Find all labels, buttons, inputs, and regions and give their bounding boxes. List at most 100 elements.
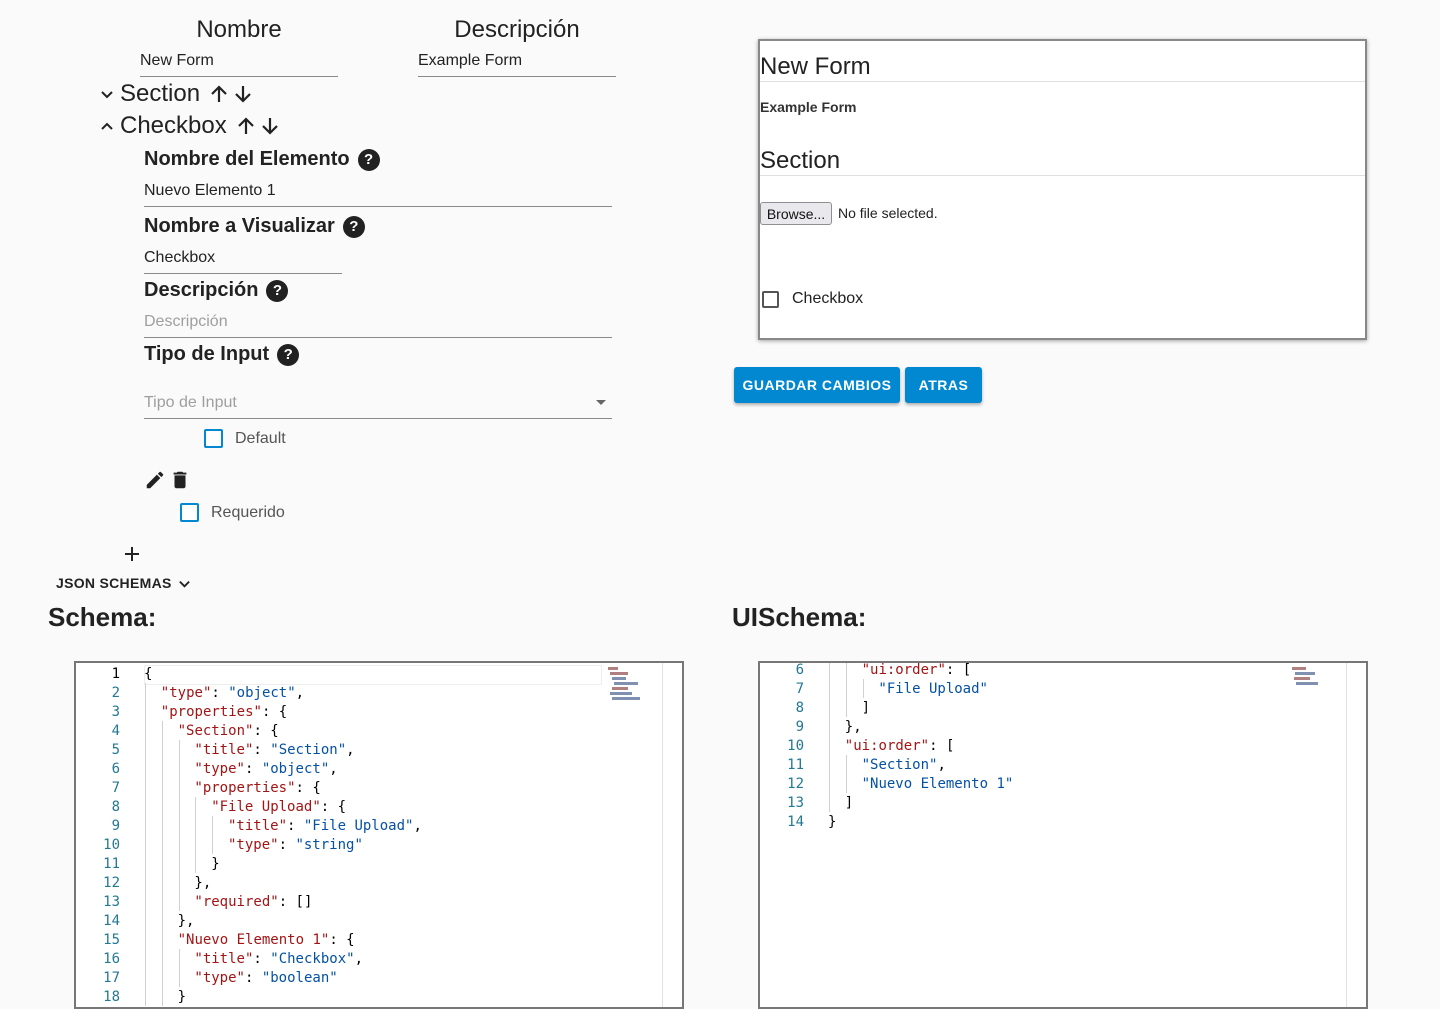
line-number: 5	[111, 742, 120, 758]
line-number: 1	[111, 666, 120, 682]
descripcion-header: Descripción	[454, 16, 580, 43]
tipo-input-select[interactable]: Tipo de Input	[144, 394, 612, 419]
line-number: 11	[103, 856, 120, 872]
descripcion-field[interactable]: Descripción	[144, 313, 612, 338]
form-preview: New Form Example Form Section Browse... …	[758, 39, 1367, 340]
code-line: }	[177, 989, 187, 1005]
line-number: 3	[111, 704, 120, 720]
code-line: "Nuevo Elemento 1": {	[177, 932, 355, 948]
schema-heading: Schema:	[48, 602, 157, 632]
code-line: }	[211, 856, 220, 872]
code-line: "title": "File Upload",	[228, 818, 422, 834]
section-row: Section	[100, 80, 254, 108]
preview-section-title: Section	[760, 147, 841, 174]
line-number: 9	[111, 818, 120, 834]
line-number: 17	[103, 970, 120, 986]
line-number: 6	[795, 662, 804, 678]
preview-checkbox[interactable]	[762, 290, 779, 308]
code-line: "Section",	[861, 757, 946, 773]
line-number: 12	[787, 776, 804, 792]
code-line: "File Upload"	[878, 681, 988, 697]
line-number: 7	[111, 780, 120, 796]
code-line: "properties": {	[160, 704, 288, 720]
descripcion-label: Descripción ?	[144, 279, 289, 302]
chevron-up-icon[interactable]	[100, 119, 114, 133]
line-number: 14	[103, 913, 120, 929]
code-line: "type": "string"	[228, 837, 363, 853]
add-icon[interactable]	[123, 545, 141, 563]
help-icon[interactable]: ?	[266, 279, 289, 302]
schema-minimap[interactable]	[608, 665, 642, 713]
line-number: 11	[787, 757, 804, 773]
preview-checkbox-row: Checkbox	[762, 290, 863, 308]
line-number: 9	[795, 719, 804, 735]
requerido-checkbox-row: Requerido	[180, 503, 285, 522]
default-label: Default	[235, 429, 286, 447]
preview-checkbox-label: Checkbox	[792, 290, 864, 307]
code-line: {	[144, 666, 153, 682]
nombre-elemento-field[interactable]: Nuevo Elemento 1	[144, 182, 612, 207]
schema-code-editor[interactable]: 1 {2 "type": "object", 3 "properties": {4 "Se…	[74, 661, 684, 1009]
line-number: 10	[787, 738, 804, 754]
save-changes-button[interactable]: GUARDAR CAMBIOS	[734, 367, 900, 403]
code-line: "type": "object",	[194, 761, 338, 777]
nombre-visualizar-field[interactable]: Checkbox	[144, 249, 342, 274]
line-number: 13	[787, 795, 804, 811]
code-line: "title": "Section",	[194, 742, 355, 758]
code-line: },	[844, 719, 862, 735]
code-line: "ui:order": [	[861, 662, 972, 678]
edit-icon[interactable]	[144, 469, 166, 491]
arrow-down-icon[interactable]	[259, 115, 281, 137]
code-line: "type": "object",	[160, 685, 305, 701]
code-line: "ui:order": [	[844, 738, 955, 754]
code-line: },	[177, 913, 195, 929]
line-number: 14	[787, 814, 804, 830]
code-line: "type": "boolean"	[194, 970, 338, 986]
back-button[interactable]: ATRAS	[905, 367, 982, 403]
chevron-down-icon	[178, 580, 190, 588]
uischema-heading: UISchema:	[732, 602, 867, 632]
code-line: "Section": {	[177, 723, 279, 739]
arrow-down-icon[interactable]	[232, 83, 254, 105]
browse-button[interactable]: Browse...	[760, 202, 832, 225]
form-name-field[interactable]: New Form	[140, 52, 338, 77]
line-number: 8	[111, 799, 120, 815]
code-line: }	[828, 814, 837, 830]
uischema-code-editor[interactable]: 6 "ui:order": [ 7 "File Upload" 8] 9}, 10 "ui:o…	[758, 661, 1368, 1009]
nombre-visualizar-label: Nombre a Visualizar ?	[144, 215, 365, 238]
code-line: ]	[861, 700, 871, 716]
code-line: ]	[844, 795, 854, 811]
line-number: 2	[111, 685, 120, 701]
help-icon[interactable]: ?	[277, 343, 300, 366]
tipo-input-label: Tipo de Input ?	[144, 343, 300, 366]
preview-description: Example Form	[760, 99, 857, 115]
arrow-up-icon[interactable]	[235, 115, 257, 137]
default-checkbox[interactable]	[204, 429, 223, 448]
line-number: 18	[103, 989, 120, 1005]
code-line: "File Upload": {	[211, 799, 347, 815]
code-line: "required": []	[194, 894, 313, 910]
nombre-header: Nombre	[196, 16, 282, 43]
code-line: "Nuevo Elemento 1"	[861, 776, 1014, 792]
default-checkbox-row: Default	[204, 429, 286, 448]
line-number: 15	[103, 932, 120, 948]
form-description-field[interactable]: Example Form	[418, 52, 616, 77]
code-line: "title": "Checkbox",	[194, 951, 363, 967]
requerido-checkbox[interactable]	[180, 503, 199, 522]
line-number: 12	[103, 875, 120, 891]
uischema-minimap[interactable]	[1292, 665, 1326, 695]
arrow-up-icon[interactable]	[208, 83, 230, 105]
help-icon[interactable]: ?	[357, 148, 380, 171]
line-number: 6	[111, 761, 120, 777]
delete-icon[interactable]	[169, 469, 191, 491]
line-number: 16	[103, 951, 120, 967]
section-label: Section	[120, 80, 201, 107]
line-number: 10	[103, 837, 120, 853]
chevron-down-icon[interactable]	[100, 87, 114, 101]
line-number: 8	[795, 700, 804, 716]
preview-title: New Form	[760, 53, 871, 80]
help-icon[interactable]: ?	[342, 215, 365, 238]
line-number: 7	[795, 681, 804, 697]
json-schemas-toggle[interactable]: JSON SCHEMAS	[56, 575, 191, 591]
code-line: },	[194, 875, 212, 891]
